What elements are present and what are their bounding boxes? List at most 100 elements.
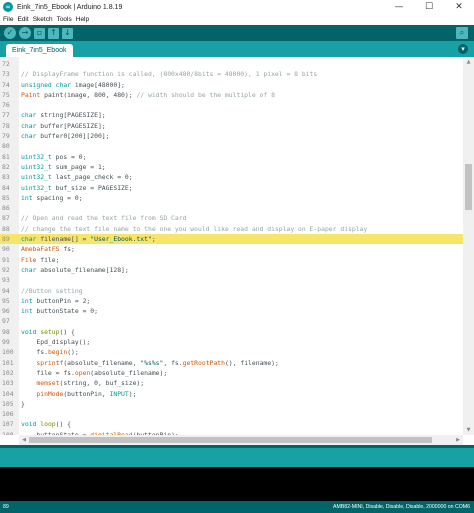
scroll-right-icon[interactable]: ▶ xyxy=(453,435,463,445)
code-line[interactable]: 97 xyxy=(0,316,463,326)
line-number: 74 xyxy=(2,80,10,89)
line-number: 85 xyxy=(2,193,10,202)
code-token: begin xyxy=(47,348,68,357)
code-line[interactable]: 104 pinMode(buttonPin, INPUT); xyxy=(0,389,463,399)
code-token: ); xyxy=(128,389,137,398)
console-output[interactable] xyxy=(0,467,474,501)
code-token: , fs. xyxy=(163,358,183,367)
code-token: file = fs. xyxy=(21,368,75,377)
line-number: 94 xyxy=(2,286,10,295)
code-line[interactable]: 88 // change the text file name to the on… xyxy=(0,224,463,234)
code-line[interactable]: 73 // DisplayFrame function is called, (8… xyxy=(0,69,463,79)
code-line[interactable]: 98 void setup() { xyxy=(0,327,463,337)
menu-edit[interactable]: Edit xyxy=(17,16,28,23)
maximize-button[interactable]: ☐ xyxy=(414,0,444,14)
code-line[interactable]: 96 int buttonState = 0; xyxy=(0,306,463,316)
scroll-down-icon[interactable]: ▼ xyxy=(463,425,474,435)
code-line[interactable]: 100 fs.begin(); xyxy=(0,347,463,357)
verify-button[interactable]: ✓ xyxy=(4,27,16,39)
code-line[interactable]: 85 int spacing = 0; xyxy=(0,193,463,203)
code-token: (buttonPin, xyxy=(63,389,110,398)
line-number: 89 xyxy=(0,234,19,245)
code-line[interactable]: 81 uint32_t pos = 0; xyxy=(0,152,463,162)
tab-menu-button[interactable]: ▾ xyxy=(458,44,468,54)
serial-monitor-button[interactable]: ⌕ xyxy=(456,27,468,39)
code-line[interactable]: 79 char buffer0[200][200]; xyxy=(0,131,463,141)
vertical-scroll-thumb[interactable] xyxy=(465,163,472,211)
arduino-logo-icon: ∞ xyxy=(3,2,13,12)
line-number: 81 xyxy=(2,152,10,161)
current-line-number: 89 xyxy=(3,504,9,510)
code-line[interactable]: 92 char absolute_filename[128]; xyxy=(0,265,463,275)
code-line[interactable]: 84 uint32_t buf_size = PAGESIZE; xyxy=(0,183,463,193)
tab-eink-7in5-ebook[interactable]: Eink_7in5_Ebook xyxy=(6,44,73,57)
scroll-left-icon[interactable]: ◀ xyxy=(19,435,29,445)
close-button[interactable]: ✕ xyxy=(444,0,474,14)
code-text: memset(string, 0, buf_size); xyxy=(19,378,144,388)
code-line[interactable]: 82 uint32_t sum_page = 1; xyxy=(0,162,463,172)
check-icon: ✓ xyxy=(6,28,14,37)
line-number: 87 xyxy=(2,214,10,223)
code-line[interactable]: 106 xyxy=(0,409,463,419)
code-line[interactable]: 86 xyxy=(0,203,463,213)
menu-file[interactable]: File xyxy=(3,16,13,23)
code-token: (absolute_filename, xyxy=(63,358,141,367)
code-token: (absolute_filename); xyxy=(90,368,168,377)
code-editor[interactable]: 72 73 // DisplayFrame function is called, … xyxy=(0,57,474,435)
code-line[interactable]: 80 xyxy=(0,141,463,151)
save-sketch-button[interactable]: ↓ xyxy=(62,27,73,39)
code-line[interactable]: 91 File file; xyxy=(0,255,463,265)
board-port-info: AMB82-MINI, Disable, Disable, Disable, 2… xyxy=(333,504,470,510)
code-token: () { xyxy=(59,327,75,336)
code-line[interactable]: 93 xyxy=(0,275,463,285)
code-line[interactable]: 107 void loop() { xyxy=(0,419,463,429)
line-number: 88 xyxy=(2,224,10,233)
code-token: int xyxy=(21,296,33,305)
vertical-scrollbar[interactable]: ▲ ▼ xyxy=(463,57,474,435)
code-line[interactable]: 72 xyxy=(0,59,463,69)
minimize-button[interactable]: — xyxy=(384,0,414,14)
open-sketch-button[interactable]: ↑ xyxy=(48,27,59,39)
code-line[interactable]: 83 uint32_t last_page_check = 0; xyxy=(0,172,463,182)
menu-bar: File Edit Sketch Tools Help xyxy=(0,14,474,25)
code-line[interactable]: 74 unsigned char image[48000]; xyxy=(0,80,463,90)
code-line[interactable]: 105} xyxy=(0,399,463,409)
line-number: 78 xyxy=(2,121,10,130)
horizontal-scroll-thumb[interactable] xyxy=(29,437,432,443)
code-line[interactable]: 75 Paint paint(image, 800, 480); // width… xyxy=(0,90,463,100)
code-line[interactable]: 95 int buttonPin = 2; xyxy=(0,296,463,306)
code-line[interactable]: 76 xyxy=(0,100,463,110)
code-token: spacing = 0; xyxy=(32,193,83,202)
tab-bar: Eink_7in5_Ebook ▾ xyxy=(0,41,474,57)
code-token: char xyxy=(21,132,37,141)
code-token: char xyxy=(21,235,37,244)
code-text: char filename[] = "User_Ebook.txt"; xyxy=(19,234,156,244)
code-token: } xyxy=(21,399,25,408)
upload-button[interactable]: → xyxy=(19,27,31,39)
new-file-icon: ▫ xyxy=(36,28,43,37)
menu-help[interactable]: Help xyxy=(76,16,89,23)
code-text: // Open and read the text file from SD C… xyxy=(19,213,186,223)
code-line[interactable]: 103 memset(string, 0, buf_size); xyxy=(0,378,463,388)
code-token: buf_size = PAGESIZE; xyxy=(51,183,133,192)
code-text: uint32_t last_page_check = 0; xyxy=(19,172,133,182)
code-line[interactable]: 94 //Button setting xyxy=(0,286,463,296)
line-number: 108 xyxy=(2,430,14,435)
horizontal-scrollbar[interactable]: ◀ ▶ xyxy=(19,435,463,445)
menu-tools[interactable]: Tools xyxy=(57,16,72,23)
code-line[interactable]: 78 char buffer[PAGESIZE]; xyxy=(0,121,463,131)
code-line[interactable]: 102 file = fs.open(absolute_filename); xyxy=(0,368,463,378)
scroll-up-icon[interactable]: ▲ xyxy=(463,57,474,67)
code-token: buffer[PAGESIZE]; xyxy=(36,121,106,130)
line-number: 80 xyxy=(2,142,10,151)
code-line[interactable]: 101 sprintf(absolute_filename, "%s%s", f… xyxy=(0,358,463,368)
code-text: Epd_display(); xyxy=(19,337,90,347)
code-line[interactable]: 99 Epd_display(); xyxy=(0,337,463,347)
menu-sketch[interactable]: Sketch xyxy=(33,16,53,23)
code-line[interactable]: 77 char string[PAGESIZE]; xyxy=(0,110,463,120)
code-line[interactable]: 90 AmebaFatFS fs; xyxy=(0,244,463,254)
code-line[interactable]: 87 // Open and read the text file from SD… xyxy=(0,213,463,223)
code-line-highlighted[interactable]: 89 char filename[] = "User_Ebook.txt"; xyxy=(0,234,463,245)
new-sketch-button[interactable]: ▫ xyxy=(34,27,45,39)
